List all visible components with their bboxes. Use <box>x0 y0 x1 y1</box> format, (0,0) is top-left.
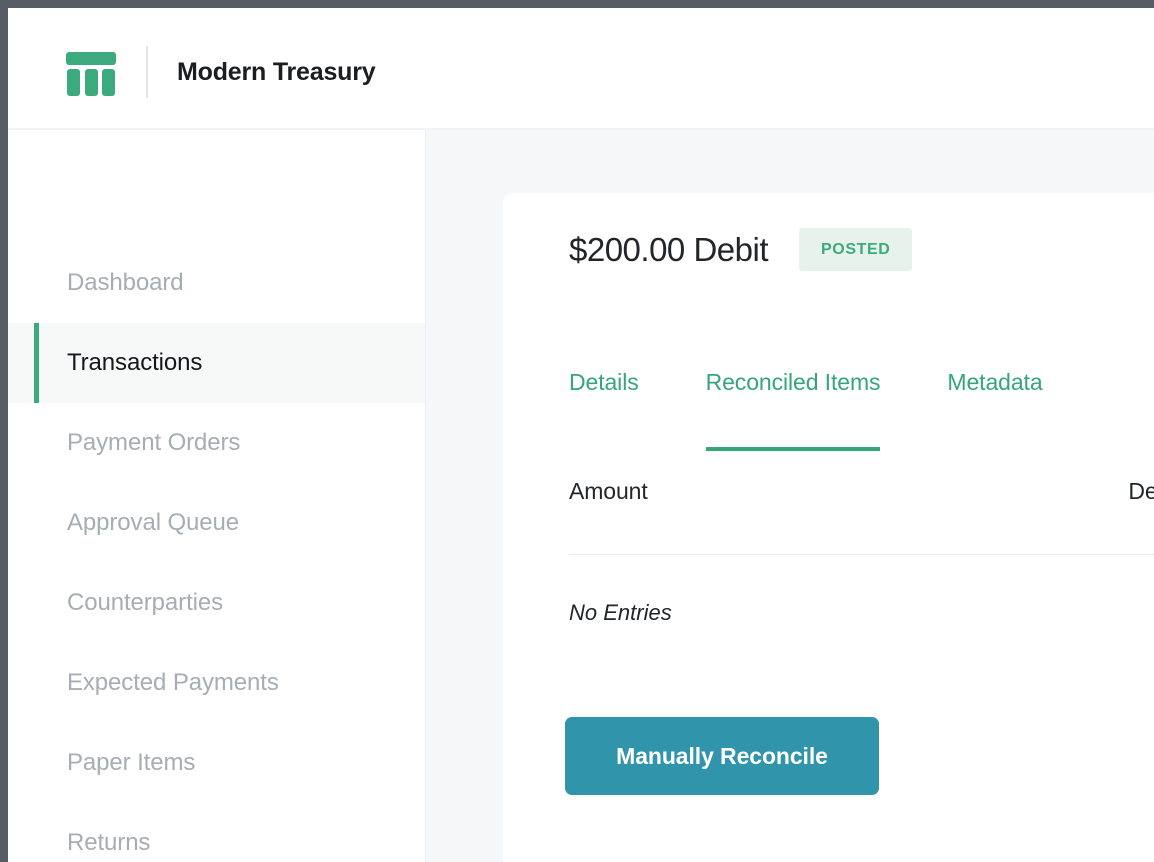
sidebar-item-label: Dashboard <box>67 269 184 297</box>
sidebar-item-transactions[interactable]: Transactions <box>8 323 425 403</box>
status-badge: POSTED <box>799 228 912 271</box>
sidebar-item-expected-payments[interactable]: Expected Payments <box>8 643 425 723</box>
brand-divider <box>146 46 148 98</box>
table-empty-state: No Entries <box>569 555 1154 626</box>
application-window: Modern Treasury Dashboard Transactions P… <box>8 8 1154 862</box>
tab-list: Details Reconciled Items Metadata <box>569 369 1154 451</box>
sidebar-item-payment-orders[interactable]: Payment Orders <box>8 403 425 483</box>
brand-name: Modern Treasury <box>177 58 375 87</box>
tab-reconciled-items[interactable]: Reconciled Items <box>706 369 881 451</box>
sidebar-item-label: Expected Payments <box>67 669 279 697</box>
sidebar-item-dashboard[interactable]: Dashboard <box>8 243 425 323</box>
page-title: $200.00 Debit <box>569 231 768 269</box>
transaction-detail-card: $200.00 Debit POSTED Details Reconciled … <box>503 193 1154 862</box>
tab-label: Reconciled Items <box>706 369 881 395</box>
tab-bar: Details Reconciled Items Metadata <box>569 369 1154 457</box>
column-header-amount: Amount <box>569 478 648 505</box>
sidebar-item-label: Transactions <box>67 349 202 377</box>
sidebar-item-label: Payment Orders <box>67 429 240 457</box>
column-header-description: Des <box>1128 478 1154 505</box>
sidebar-item-label: Returns <box>67 829 150 857</box>
sidebar-item-label: Counterparties <box>67 589 223 617</box>
main-content-area: $200.00 Debit POSTED Details Reconciled … <box>426 130 1154 862</box>
tab-details[interactable]: Details <box>569 369 639 451</box>
modern-treasury-logo-icon <box>65 46 117 98</box>
sidebar-item-returns[interactable]: Returns <box>8 803 425 862</box>
brand[interactable]: Modern Treasury <box>65 41 375 103</box>
record-header: $200.00 Debit POSTED <box>569 228 912 271</box>
tab-bar-baseline <box>569 453 1154 455</box>
reconciled-items-table: Amount Des No Entries <box>569 478 1154 626</box>
tab-label: Metadata <box>947 369 1042 395</box>
manually-reconcile-button[interactable]: Manually Reconcile <box>565 717 879 795</box>
sidebar-item-label: Paper Items <box>67 749 195 777</box>
sidebar-item-approval-queue[interactable]: Approval Queue <box>8 483 425 563</box>
tab-metadata[interactable]: Metadata <box>947 369 1042 451</box>
sidebar-item-counterparties[interactable]: Counterparties <box>8 563 425 643</box>
top-header-bar: Modern Treasury <box>8 8 1154 130</box>
sidebar-item-label: Approval Queue <box>67 509 239 537</box>
sidebar-item-paper-items[interactable]: Paper Items <box>8 723 425 803</box>
table-header-row: Amount Des <box>569 478 1154 555</box>
tab-label: Details <box>569 369 639 395</box>
sidebar-nav: Dashboard Transactions Payment Orders Ap… <box>8 130 426 862</box>
